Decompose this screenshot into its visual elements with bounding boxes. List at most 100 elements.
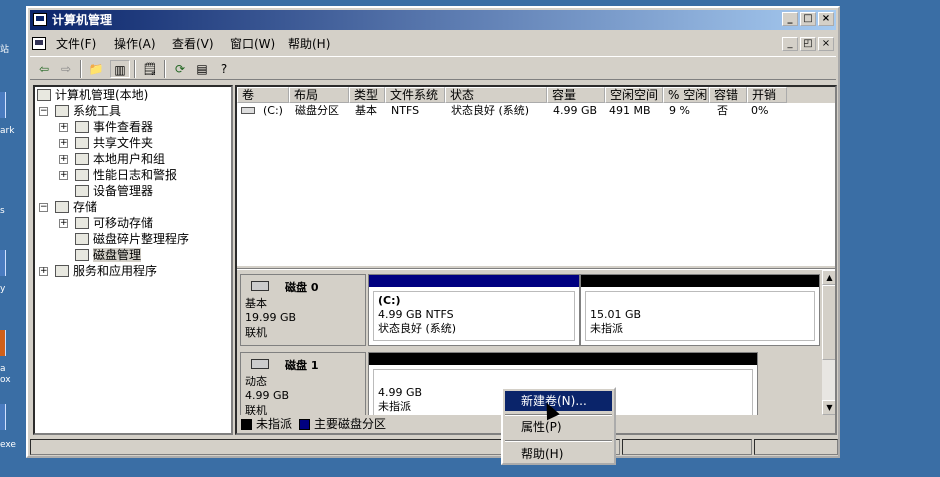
menu-window[interactable]: 窗口(W): [230, 36, 275, 52]
vertical-scrollbar[interactable]: ▲ ▼: [822, 270, 835, 415]
menu-help[interactable]: 帮助(H): [288, 36, 330, 52]
column-header-type[interactable]: 类型: [349, 87, 385, 103]
tree-expander[interactable]: +: [59, 171, 68, 180]
table-cell: NTFS: [391, 104, 420, 117]
menu-bar: 文件(F) 操作(A) 查看(V) 窗口(W) 帮助(H) _ ◰ ×: [30, 34, 836, 54]
tree-expander[interactable]: +: [59, 219, 68, 228]
disk-type: 动态: [245, 375, 267, 388]
title-bar[interactable]: 计算机管理 _ □ ×: [30, 10, 836, 30]
tree-expander[interactable]: +: [59, 155, 68, 164]
tree-root[interactable]: 计算机管理(本地): [37, 87, 148, 103]
child-minimize-button[interactable]: _: [782, 37, 798, 51]
tree-expander[interactable]: +: [59, 139, 68, 148]
pane-splitter[interactable]: [237, 265, 835, 269]
toolbar-separator: [164, 60, 166, 78]
tree-expander[interactable]: −: [39, 107, 48, 116]
window-title: 计算机管理: [52, 13, 113, 27]
table-cell: (C:): [263, 104, 283, 117]
scroll-up-button[interactable]: ▲: [822, 270, 835, 285]
column-header-capacity[interactable]: 容量: [547, 87, 605, 103]
tree-expander[interactable]: +: [39, 267, 48, 276]
tree-item-system-tools[interactable]: 系统工具: [55, 103, 121, 119]
desktop-label-fragment: ark: [0, 126, 15, 136]
tree-item-storage[interactable]: 存储: [55, 199, 97, 215]
tree-item-disk-management[interactable]: 磁盘管理: [75, 247, 142, 263]
tree-item-label: 磁盘管理: [93, 248, 142, 262]
tree-expander[interactable]: −: [39, 203, 48, 212]
partition-unallocated-bar: [581, 275, 819, 287]
desktop-icon[interactable]: [0, 330, 6, 356]
tree-item-event-viewer[interactable]: 事件查看器: [75, 119, 153, 135]
disk-status: 联机: [245, 326, 267, 339]
legend-label: 未指派: [256, 417, 293, 431]
help-icon[interactable]: ?: [214, 60, 234, 78]
tree-item-label: 事件查看器: [93, 120, 154, 134]
desktop-icon[interactable]: [0, 404, 6, 430]
child-restore-button[interactable]: ◰: [800, 37, 816, 51]
removable-storage-icon: [75, 217, 89, 229]
table-row[interactable]: (C:) 磁盘分区 基本 NTFS 状态良好 (系统) 4.99 GB 491 …: [237, 104, 835, 118]
scroll-thumb[interactable]: [822, 285, 835, 360]
status-panel: [754, 439, 838, 455]
desktop-icon[interactable]: [0, 92, 6, 118]
child-close-button[interactable]: ×: [818, 37, 834, 51]
refresh-icon[interactable]: ⟳: [170, 60, 190, 78]
column-header-volume[interactable]: 卷: [237, 87, 289, 103]
column-header-free-space[interactable]: 空闲空间: [605, 87, 663, 103]
tree-item-services-apps[interactable]: 服务和应用程序: [55, 263, 157, 279]
show-hide-tree-icon[interactable]: ▥: [110, 60, 130, 78]
properties-icon[interactable]: 🗒: [140, 60, 160, 78]
column-header-overhead[interactable]: 开销: [747, 87, 787, 103]
partition-unallocated-bar: [369, 353, 757, 365]
column-header-percent-free[interactable]: % 空闲: [663, 87, 709, 103]
maximize-button[interactable]: □: [800, 12, 816, 26]
back-icon[interactable]: ⇦: [34, 60, 54, 78]
tree-expander[interactable]: +: [59, 123, 68, 132]
tree-item-shared-folders[interactable]: 共享文件夹: [75, 135, 153, 151]
desktop-label-fragment: s: [0, 206, 5, 216]
menu-action[interactable]: 操作(A): [114, 36, 156, 52]
desktop-icon[interactable]: [0, 250, 6, 276]
column-header-status[interactable]: 状态: [445, 87, 547, 103]
table-cell: 基本: [355, 104, 377, 117]
console-icon[interactable]: [32, 37, 46, 50]
close-button[interactable]: ×: [818, 12, 834, 26]
forward-icon[interactable]: ⇨: [56, 60, 76, 78]
scroll-down-button[interactable]: ▼: [822, 400, 835, 415]
tree-item-removable-storage[interactable]: 可移动存储: [75, 215, 153, 231]
tree-item-label: 性能日志和警报: [93, 168, 178, 182]
legend-label: 主要磁盘分区: [314, 417, 387, 431]
disk-management-icon: [75, 249, 89, 261]
menu-item-help[interactable]: 帮助(H): [505, 444, 612, 464]
partition-status: 未指派: [378, 400, 411, 414]
tree-item-defragmenter[interactable]: 磁盘碎片整理程序: [75, 231, 189, 247]
disk-1-label[interactable]: 磁盘 1 动态 4.99 GB 联机: [240, 352, 366, 415]
column-header-filesystem[interactable]: 文件系统: [385, 87, 445, 103]
tree-item-performance-logs[interactable]: 性能日志和警报: [75, 167, 177, 183]
partition-unallocated[interactable]: 15.01 GB 未指派: [580, 274, 820, 346]
storage-icon: [55, 201, 69, 213]
up-folder-icon[interactable]: 📁: [86, 60, 106, 78]
tree-item-device-manager[interactable]: 设备管理器: [75, 183, 153, 199]
menu-file[interactable]: 文件(F): [56, 36, 96, 52]
tree-item-label: 存储: [73, 200, 98, 214]
partition-c[interactable]: (C:) 4.99 GB NTFS 状态良好 (系统): [368, 274, 580, 346]
desktop-label-fragment: 站: [0, 45, 10, 55]
column-header-fault-tolerance[interactable]: 容错: [709, 87, 747, 103]
table-cell: 491 MB: [609, 104, 651, 117]
disk-0-label[interactable]: 磁盘 0 基本 19.99 GB 联机: [240, 274, 366, 346]
status-panel: [622, 439, 752, 455]
minimize-button[interactable]: _: [782, 12, 798, 26]
menu-item-properties[interactable]: 属性(P): [505, 417, 612, 437]
export-list-icon[interactable]: ▤: [192, 60, 212, 78]
menu-item-new-volume[interactable]: 新建卷(N)...: [505, 391, 612, 411]
menu-separator: [505, 440, 612, 442]
status-bar: [30, 438, 838, 456]
disk-management-pane: 卷 布局 类型 文件系统 状态 容量 空闲空间 % 空闲 容错 开销 (C:) …: [235, 85, 837, 435]
menu-view[interactable]: 查看(V): [172, 36, 214, 52]
tree-root-label: 计算机管理(本地): [55, 88, 149, 102]
column-header-layout[interactable]: 布局: [289, 87, 349, 103]
tree-item-label: 可移动存储: [93, 216, 154, 230]
tree-item-local-users[interactable]: 本地用户和组: [75, 151, 165, 167]
volume-list-header: 卷 布局 类型 文件系统 状态 容量 空闲空间 % 空闲 容错 开销: [237, 87, 835, 103]
